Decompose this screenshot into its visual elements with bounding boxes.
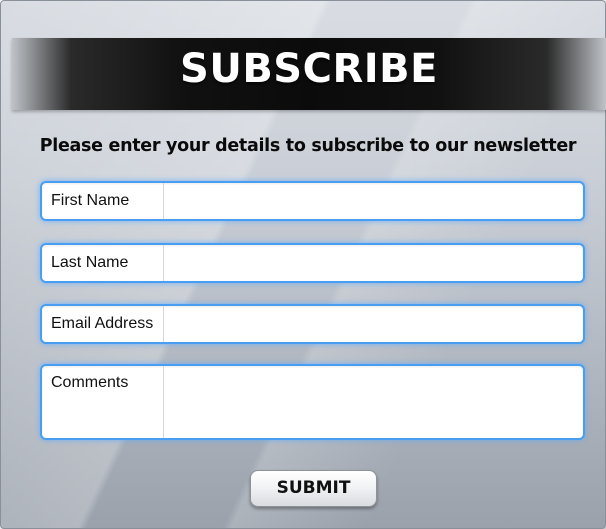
comments-field[interactable]: Comments — [40, 364, 585, 440]
comments-label: Comments — [42, 366, 164, 438]
first-name-field[interactable]: First Name — [40, 181, 585, 221]
comments-textarea[interactable] — [164, 366, 583, 438]
header-bar: SUBSCRIBE — [12, 38, 606, 110]
email-input[interactable] — [164, 306, 583, 342]
email-label: Email Address — [42, 306, 164, 342]
last-name-label: Last Name — [42, 245, 164, 281]
last-name-input[interactable] — [164, 245, 583, 281]
last-name-field[interactable]: Last Name — [40, 243, 585, 283]
first-name-input[interactable] — [164, 183, 583, 219]
email-field[interactable]: Email Address — [40, 304, 585, 344]
page-title: SUBSCRIBE — [180, 46, 438, 92]
subscribe-panel: SUBSCRIBE Please enter your details to s… — [0, 0, 606, 529]
intro-text: Please enter your details to subscribe t… — [39, 136, 577, 156]
first-name-label: First Name — [42, 183, 164, 219]
submit-button[interactable]: SUBMIT — [250, 470, 377, 507]
